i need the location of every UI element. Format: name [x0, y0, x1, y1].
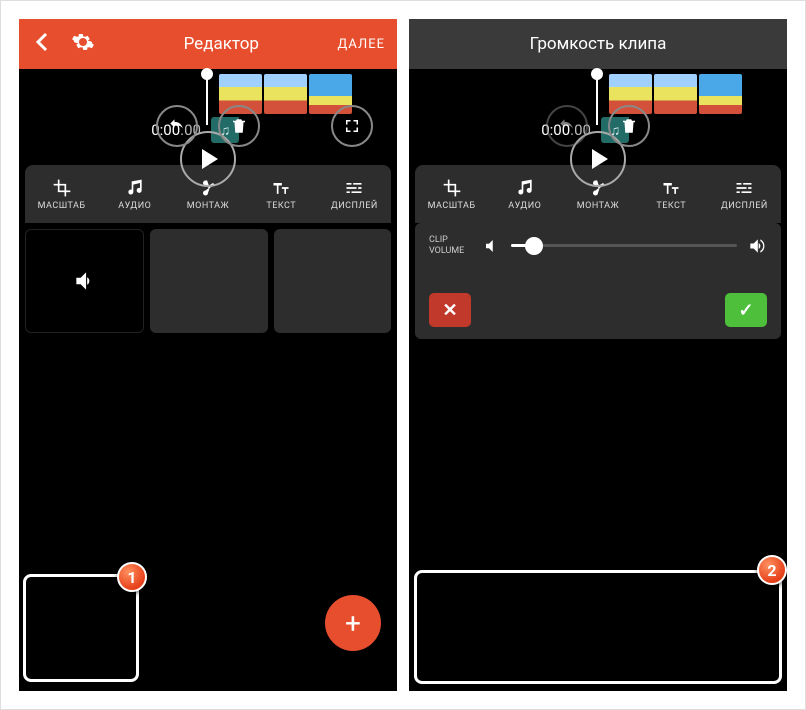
tab-label: АУДИО — [508, 201, 541, 211]
header-bar: Громкость клипа — [409, 19, 787, 69]
check-icon: ✓ — [738, 300, 753, 321]
tab-label: МОНТАЖ — [187, 201, 229, 211]
thumbnail[interactable] — [264, 74, 307, 114]
volume-panel: CLIP VOLUME ✕ ✓ — [415, 223, 781, 339]
delete-button[interactable] — [608, 105, 650, 147]
tab-label: ДИСПЛЕЙ — [721, 201, 768, 211]
tab-text[interactable]: ТЕКСТ — [245, 165, 318, 223]
add-button[interactable]: + — [325, 595, 381, 651]
volume-label: CLIP VOLUME — [429, 235, 473, 257]
empty-card[interactable] — [274, 229, 391, 333]
tab-label: АУДИО — [118, 201, 151, 211]
speaker-icon — [72, 268, 98, 294]
editor-screen: Редактор ДАЛЕЕ ♫ 0:00.00 — [19, 19, 397, 691]
undo-button[interactable] — [546, 105, 588, 147]
tab-label: ТЕКСТ — [266, 201, 296, 211]
badge-1: 1 — [117, 562, 147, 592]
speaker-high-icon — [747, 236, 767, 256]
tab-display[interactable]: ДИСПЛЕЙ — [318, 165, 391, 223]
confirm-button[interactable]: ✓ — [725, 293, 767, 327]
bottom-cards: + — [19, 223, 397, 339]
next-button[interactable]: ДАЛЕЕ — [338, 37, 385, 52]
callout-2 — [414, 570, 782, 684]
volume-slider[interactable] — [511, 244, 737, 247]
volume-actions: ✕ ✓ — [429, 293, 767, 327]
volume-card[interactable] — [25, 229, 144, 333]
volume-screen: Громкость клипа ♫ 0:00.00 МАСШТАБ — [409, 19, 787, 691]
tab-label: МАСШТАБ — [38, 201, 86, 211]
action-row — [546, 105, 650, 147]
speaker-low-icon — [483, 237, 501, 255]
tab-audio[interactable]: АУДИО — [488, 165, 561, 223]
tab-crop[interactable]: МАСШТАБ — [25, 165, 98, 223]
thumbnail[interactable] — [654, 74, 697, 114]
action-row — [156, 105, 260, 147]
callout-1 — [23, 574, 139, 682]
back-button[interactable] — [31, 30, 55, 59]
tab-label: ТЕКСТ — [656, 201, 686, 211]
close-icon: ✕ — [442, 300, 457, 321]
tab-crop[interactable]: МАСШТАБ — [415, 165, 488, 223]
thumbnail[interactable] — [699, 74, 742, 114]
tab-label: ДИСПЛЕЙ — [331, 201, 378, 211]
volume-row: CLIP VOLUME — [429, 235, 767, 257]
plus-icon: + — [345, 607, 361, 640]
tab-display[interactable]: ДИСПЛЕЙ — [708, 165, 781, 223]
empty-card[interactable] — [150, 229, 267, 333]
tab-label: МАСШТАБ — [428, 201, 476, 211]
header-title: Редактор — [105, 34, 338, 54]
slider-knob[interactable] — [525, 237, 543, 255]
badge-2: 2 — [757, 555, 787, 585]
header-title: Громкость клипа — [530, 34, 667, 54]
settings-button[interactable] — [71, 30, 95, 59]
cancel-button[interactable]: ✕ — [429, 293, 471, 327]
tab-audio[interactable]: АУДИО — [98, 165, 171, 223]
fullscreen-button[interactable] — [331, 105, 373, 147]
tab-text[interactable]: ТЕКСТ — [635, 165, 708, 223]
header-bar: Редактор ДАЛЕЕ — [19, 19, 397, 69]
tab-label: МОНТАЖ — [577, 201, 619, 211]
undo-button[interactable] — [156, 105, 198, 147]
delete-button[interactable] — [218, 105, 260, 147]
